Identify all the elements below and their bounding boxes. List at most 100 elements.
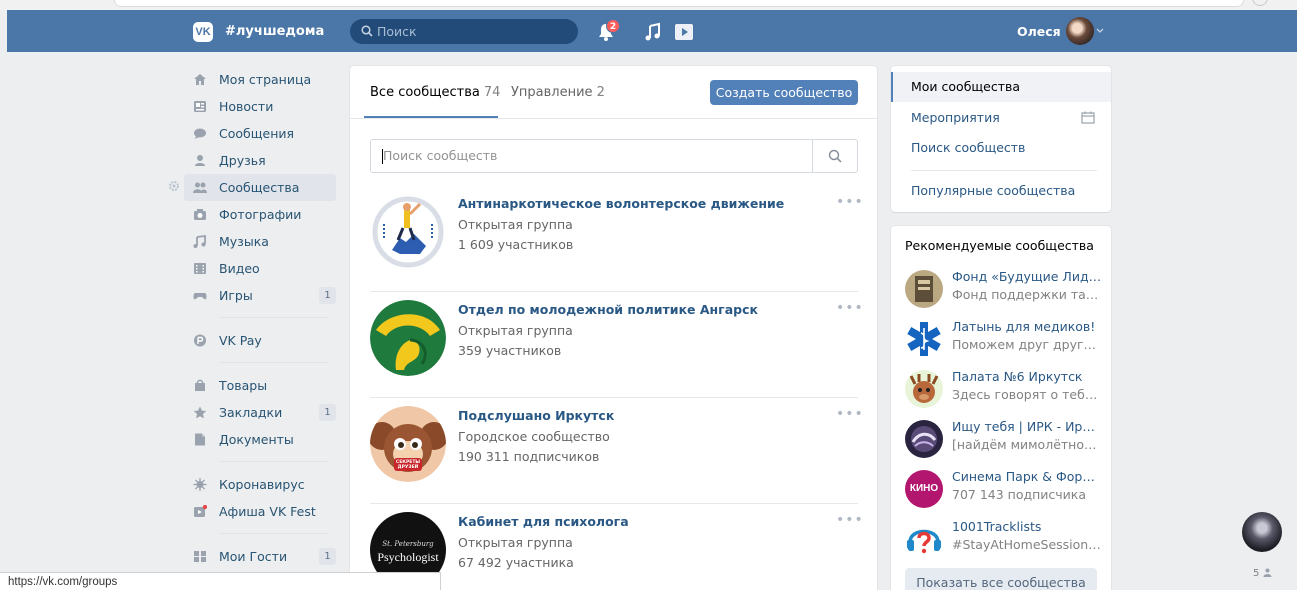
nav-item-vkpay[interactable]: VK Pay (184, 327, 336, 354)
community-search-placeholder: Поиск сообществ (383, 148, 498, 163)
floating-chat[interactable]: 5 (1237, 506, 1287, 590)
nav-item-coronavirus[interactable]: Коронавирус (184, 471, 336, 498)
community-row[interactable]: Антинаркотическое волонтерское движение … (370, 186, 863, 292)
community-name[interactable]: Отдел по молодежной политике Ангарск (458, 302, 758, 317)
recommended-avatar[interactable] (905, 420, 943, 458)
recommended-desc: [найдём мимолётное видение] (952, 437, 1102, 452)
recommended-avatar[interactable] (905, 270, 943, 308)
nav-item-friends[interactable]: Друзья (184, 147, 336, 174)
recommended-avatar[interactable] (905, 520, 943, 558)
nav-item-communities[interactable]: Сообщества (184, 174, 336, 201)
camera-icon (194, 209, 206, 220)
recommended-item[interactable]: Ищу тебя | ИРК - Иркутск [найдём мимолёт… (905, 416, 1105, 466)
header-search-input[interactable]: Поиск (350, 19, 578, 44)
nav-label: Коронавирус (219, 477, 305, 492)
games-count-badge: 1 (319, 287, 336, 304)
chevron-down-icon[interactable] (1096, 27, 1104, 35)
nav-label: Товары (219, 378, 268, 393)
recommended-item[interactable]: Палата №6 Иркутск Здесь говорят о тебе😸 (905, 366, 1105, 416)
menu-search-communities[interactable]: Поиск сообществ (891, 133, 1111, 163)
recommended-item[interactable]: Латынь для медиков! Поможем друг другу с… (905, 316, 1105, 366)
community-avatar[interactable] (370, 300, 446, 376)
tab-manage-count: 2 (596, 85, 605, 100)
community-name[interactable]: Кабинет для психолога (458, 514, 629, 529)
browser-profile-icon[interactable] (1252, 0, 1268, 6)
recommended-item[interactable]: КИНО Синема Парк & Формула Кино 707 143 … (905, 466, 1105, 516)
psychologist-logo-text-small: St. Petersburg (382, 540, 434, 548)
show-all-communities-button[interactable]: Показать все сообщества (905, 568, 1097, 590)
tab-all-communities[interactable]: Все сообщества 74 (370, 66, 500, 119)
nav-item-music[interactable]: Музыка (184, 228, 336, 255)
community-avatar[interactable]: СЕКРЕТЫ ДРУЗЕЙ (370, 406, 446, 482)
nav-item-messages[interactable]: Сообщения (184, 120, 336, 147)
menu-popular-communities[interactable]: Популярные сообщества (891, 176, 1111, 206)
nav-item-my-page[interactable]: Моя страница (184, 66, 336, 93)
nav-item-video[interactable]: Видео (184, 255, 336, 282)
more-options-icon[interactable]: ••• (836, 300, 864, 316)
user-avatar[interactable] (1066, 17, 1094, 45)
more-options-icon[interactable]: ••• (836, 512, 864, 528)
vkpay-icon (194, 334, 206, 347)
recommended-item[interactable]: Фонд «Будущие Лидеры» Фонд поддержки тал… (905, 266, 1105, 316)
volunteer-logo-icon (371, 195, 445, 269)
community-row[interactable]: St. Petersburg Psychologist Кабинет для … (370, 504, 863, 590)
nav-label: Музыка (219, 234, 269, 249)
create-community-button[interactable]: Создать сообщество (710, 80, 858, 105)
user-name[interactable]: Олеся (1017, 22, 1061, 42)
nav-item-games[interactable]: Игры 1 (184, 282, 336, 309)
community-row[interactable]: СЕКРЕТЫ ДРУЗЕЙ Подслушано Иркутск Городс… (370, 398, 863, 504)
nav-label: VK Pay (219, 333, 262, 348)
recommended-name[interactable]: Палата №6 Иркутск (952, 369, 1102, 384)
menu-events[interactable]: Мероприятия (891, 103, 1111, 133)
recommended-avatar[interactable]: КИНО (905, 470, 943, 508)
chat-avatar[interactable] (1242, 512, 1282, 552)
moose-avatar-icon (909, 374, 939, 403)
community-row[interactable]: Отдел по молодежной политике Ангарск Отк… (370, 292, 863, 398)
recommended-name[interactable]: Ищу тебя | ИРК - Иркутск (952, 419, 1102, 434)
nav-divider (184, 453, 336, 471)
nav-item-guests[interactable]: Мои Гости 1 (184, 543, 336, 570)
search-icon (828, 149, 842, 163)
tab-management[interactable]: Управление 2 (511, 66, 605, 119)
nav-item-photos[interactable]: Фотографии (184, 201, 336, 228)
recommended-avatar[interactable] (905, 370, 943, 408)
vk-logo-icon[interactable]: VK (193, 22, 213, 42)
recommended-communities: Рекомендуемые сообщества Фонд «Будущие Л… (891, 226, 1111, 590)
recommended-avatar[interactable] (905, 320, 943, 358)
bag-icon (195, 379, 205, 391)
music-icon[interactable] (644, 22, 662, 42)
community-search-button[interactable] (812, 140, 857, 172)
nav-item-documents[interactable]: Документы (184, 426, 336, 453)
community-avatar[interactable] (370, 194, 446, 270)
nav-item-afisha[interactable]: Афиша VK Fest (184, 498, 336, 525)
address-bar[interactable] (114, 0, 1244, 7)
headphones-question-icon (907, 529, 941, 554)
nav-divider (184, 525, 336, 543)
recommended-name[interactable]: 1001Tracklists (952, 519, 1102, 534)
tab-all-count: 74 (483, 85, 501, 100)
top-header: VK #лучшедома Поиск 2 Олеся (7, 10, 1297, 52)
community-search-input[interactable]: Поиск сообществ (370, 139, 858, 173)
menu-my-communities[interactable]: Мои сообщества (891, 72, 1111, 102)
messages-icon (194, 128, 206, 139)
nav-item-news[interactable]: Новости (184, 93, 336, 120)
more-options-icon[interactable]: ••• (836, 194, 864, 210)
recommended-name[interactable]: Латынь для медиков! (952, 319, 1102, 334)
nav-label: Видео (219, 261, 260, 276)
recommended-name[interactable]: Фонд «Будущие Лидеры» (952, 269, 1102, 284)
nav-item-goods[interactable]: Товары (184, 372, 336, 399)
gear-icon[interactable] (168, 180, 180, 192)
nav-item-bookmarks[interactable]: Закладки 1 (184, 399, 336, 426)
community-type: Городское сообщество (458, 429, 610, 444)
more-options-icon[interactable]: ••• (836, 406, 864, 422)
menu-divider (911, 170, 1097, 171)
calendar-icon[interactable] (1081, 111, 1095, 124)
recommended-name[interactable]: Синема Парк & Формула Кино (952, 469, 1102, 484)
community-name[interactable]: Антинаркотическое волонтерское движение (458, 196, 784, 211)
community-name[interactable]: Подслушано Иркутск (458, 408, 614, 423)
search-icon (361, 25, 373, 37)
recommended-item[interactable]: 1001Tracklists #StayAtHomeSessions Vibes (905, 516, 1105, 566)
play-icon[interactable] (671, 22, 695, 42)
brand-hashtag[interactable]: #лучшедома (225, 22, 324, 42)
leaders-logo-icon (905, 270, 943, 308)
